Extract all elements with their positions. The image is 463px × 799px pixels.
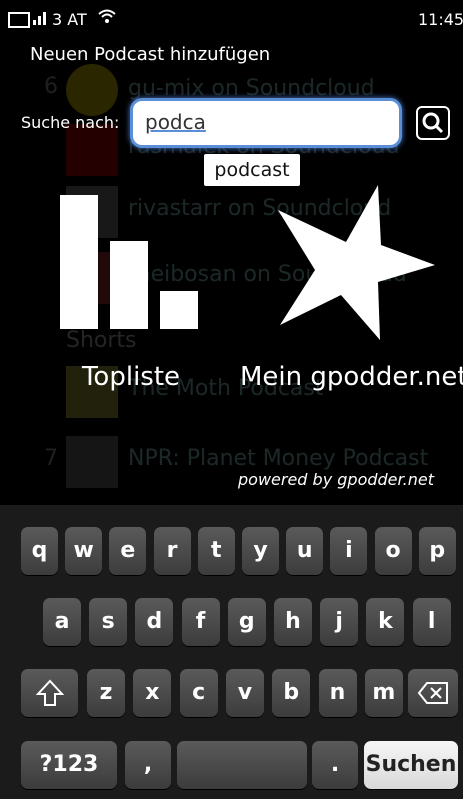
backspace-key[interactable] — [408, 669, 458, 717]
bar — [60, 195, 98, 329]
key-n[interactable]: n — [318, 669, 357, 717]
key-x[interactable]: x — [133, 669, 172, 717]
clock: 11:45 — [418, 10, 463, 29]
podcast-thumbnail — [66, 64, 118, 116]
shift-arrow-icon — [35, 679, 64, 706]
period-key[interactable]: . — [312, 741, 358, 789]
key-l[interactable]: l — [412, 598, 451, 646]
dialog-title: Neuen Podcast hinzufügen — [30, 44, 271, 65]
key-g[interactable]: g — [227, 598, 266, 646]
bar — [160, 291, 198, 329]
key-q[interactable]: q — [21, 527, 58, 575]
key-o[interactable]: o — [374, 527, 412, 575]
key-u[interactable]: u — [286, 527, 324, 575]
key-a[interactable]: a — [43, 598, 81, 646]
podcast-thumbnail — [66, 436, 118, 488]
key-r[interactable]: r — [153, 527, 191, 575]
key-s[interactable]: s — [89, 598, 128, 646]
key-i[interactable]: i — [330, 527, 368, 575]
backspace-icon — [417, 682, 448, 704]
screen-icon — [8, 12, 30, 28]
list-item-number: 7 — [44, 446, 58, 471]
gpodder-button[interactable] — [268, 185, 438, 345]
key-k[interactable]: k — [366, 598, 405, 646]
symbols-key[interactable]: ?123 — [21, 741, 117, 789]
list-item-number: 6 — [44, 74, 58, 99]
carrier-text: 3 AT — [52, 10, 87, 29]
list-item-title: NPR: Planet Money Podcast — [128, 446, 429, 471]
search-label: Suche nach: — [21, 113, 120, 132]
key-z[interactable]: z — [87, 669, 125, 717]
signal-icon — [32, 10, 48, 30]
star-icon — [278, 185, 435, 340]
bar-chart-icon — [60, 195, 198, 329]
powered-by-text: powered by gpodder.net — [238, 470, 434, 489]
key-v[interactable]: v — [225, 669, 264, 717]
search-icon — [422, 112, 444, 134]
key-b[interactable]: b — [272, 669, 311, 717]
onscreen-keyboard: qwertyuiop asdfghjkl zxcvbnm ?123 , . Su… — [0, 505, 463, 799]
key-w[interactable]: w — [65, 527, 103, 575]
key-t[interactable]: t — [197, 527, 235, 575]
key-f[interactable]: f — [181, 598, 220, 646]
submit-key[interactable]: Suchen — [364, 741, 458, 789]
search-input[interactable] — [145, 109, 385, 135]
key-y[interactable]: y — [242, 527, 279, 575]
key-j[interactable]: j — [320, 598, 359, 646]
autocomplete-suggestion[interactable]: podcast — [204, 154, 300, 186]
status-bar: 3 AT 11:45 — [0, 0, 463, 40]
key-h[interactable]: h — [274, 598, 312, 646]
wifi-icon — [98, 9, 116, 29]
toplist-label: Topliste — [81, 362, 181, 392]
key-m[interactable]: m — [364, 669, 403, 717]
key-c[interactable]: c — [179, 669, 218, 717]
search-button[interactable] — [416, 106, 450, 140]
search-field[interactable] — [130, 98, 402, 148]
bar — [110, 240, 148, 329]
shift-key[interactable] — [21, 669, 78, 717]
key-d[interactable]: d — [135, 598, 174, 646]
space-key[interactable] — [177, 741, 307, 789]
gpodder-label: Mein gpodder.net — [240, 362, 463, 392]
key-e[interactable]: e — [109, 527, 147, 575]
key-p[interactable]: p — [418, 527, 456, 575]
comma-key[interactable]: , — [125, 741, 171, 789]
